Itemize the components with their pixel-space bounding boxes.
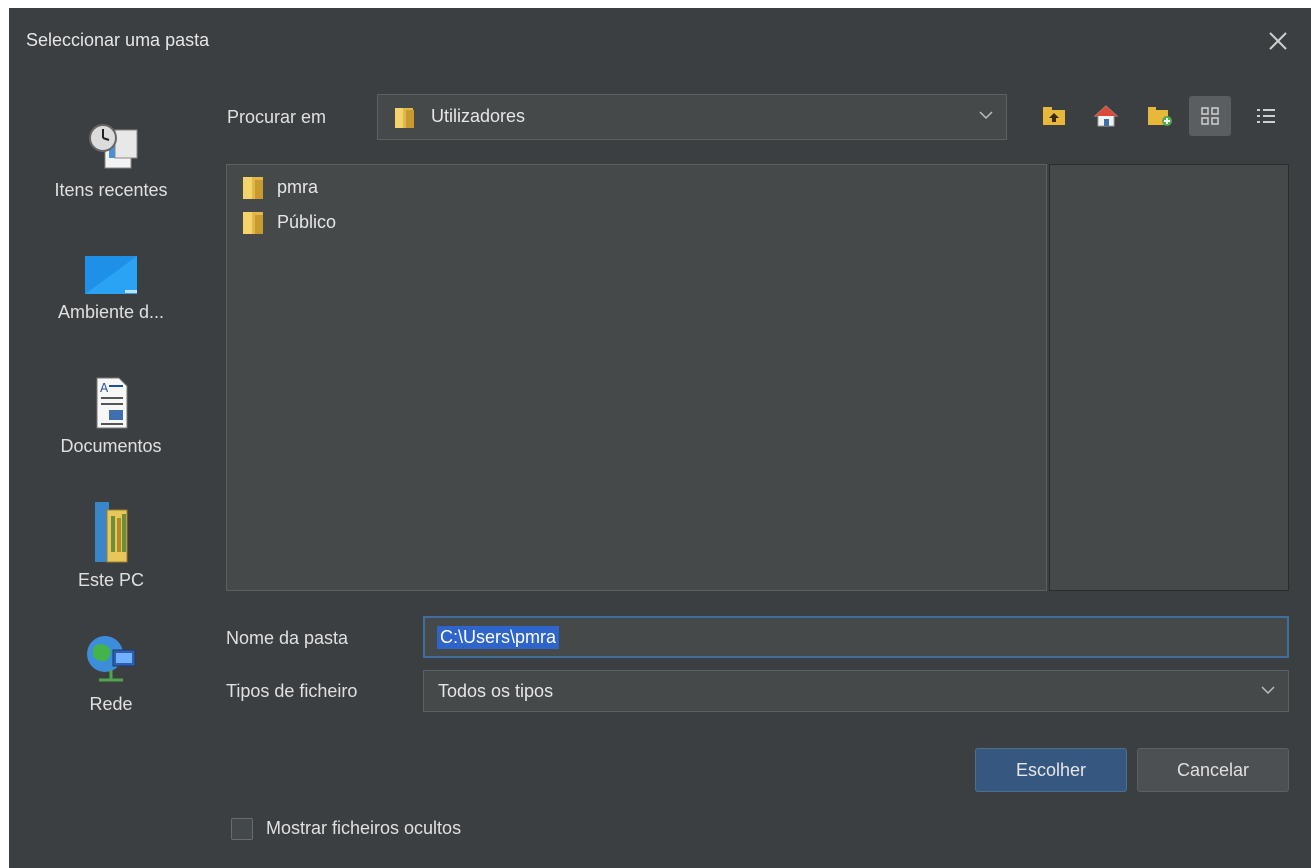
look-in-value: Utilizadores — [431, 106, 526, 126]
folder-icon — [395, 108, 414, 128]
sidebar-item-label: Rede — [89, 694, 133, 714]
sidebar-item-recent[interactable]: Itens recentes — [31, 116, 191, 201]
chevron-down-icon — [1261, 686, 1275, 695]
file-list[interactable]: pmra Público — [226, 164, 1047, 591]
file-name: Público — [277, 212, 337, 232]
sidebar-item-label: Itens recentes — [54, 180, 168, 200]
file-types-label: Tipos de ficheiro — [226, 681, 358, 701]
file-types-value: Todos os tipos — [438, 681, 554, 701]
grid-view-button[interactable] — [1189, 96, 1231, 136]
up-folder-icon — [1043, 107, 1065, 125]
folder-name-input[interactable]: C:\Users\pmra — [423, 616, 1289, 658]
title-bar: Seleccionar uma pasta — [9, 8, 1311, 74]
look-in-combo[interactable]: Utilizadores — [377, 94, 1007, 140]
file-types-combo[interactable]: Todos os tipos — [423, 670, 1289, 712]
folder-name-label: Nome da pasta — [226, 628, 349, 648]
sidebar-item-label: Documentos — [60, 436, 162, 456]
sidebar-item-this-pc[interactable]: Este PC — [31, 500, 191, 591]
sidebar-item-documents[interactable]: A Documentos — [31, 372, 191, 457]
look-in-label: Procurar em — [227, 107, 327, 127]
show-hidden-checkbox[interactable] — [231, 818, 253, 840]
preview-panel — [1049, 164, 1289, 591]
new-folder-button[interactable] — [1137, 96, 1179, 136]
choose-button[interactable]: Escolher — [975, 748, 1127, 792]
documents-icon: A — [96, 377, 128, 429]
desktop-icon — [85, 256, 137, 294]
list-view-button[interactable] — [1245, 96, 1287, 136]
cancel-button[interactable]: Cancelar — [1137, 748, 1289, 792]
sidebar-item-label: Ambiente d... — [57, 302, 165, 322]
file-name: pmra — [277, 177, 319, 197]
recent-items-icon — [89, 124, 138, 169]
folder-chooser-dialog: Seleccionar uma pasta Itens recentes Amb… — [9, 8, 1311, 868]
sidebar-item-desktop[interactable]: Ambiente d... — [31, 248, 191, 323]
chevron-down-icon — [979, 111, 993, 120]
svg-text:A: A — [100, 381, 109, 395]
sidebar-item-label: Este PC — [77, 570, 145, 590]
list-view-icon — [1257, 109, 1275, 123]
computer-icon — [95, 502, 128, 563]
folder-name-value: C:\Users\pmra — [437, 626, 560, 649]
show-hidden-label: Mostrar ficheiros ocultos — [266, 818, 462, 838]
sidebar-item-network[interactable]: Rede — [31, 628, 191, 715]
grid-view-icon — [1201, 107, 1219, 125]
folder-icon — [243, 177, 263, 199]
dialog-title: Seleccionar uma pasta — [26, 30, 210, 50]
folder-icon — [243, 212, 263, 234]
home-button[interactable] — [1084, 96, 1126, 136]
up-folder-button[interactable] — [1032, 96, 1074, 136]
home-icon — [1094, 105, 1118, 127]
new-folder-icon — [1148, 107, 1172, 126]
network-icon — [87, 636, 136, 682]
close-icon — [1269, 32, 1287, 50]
close-button[interactable] — [1263, 26, 1293, 56]
